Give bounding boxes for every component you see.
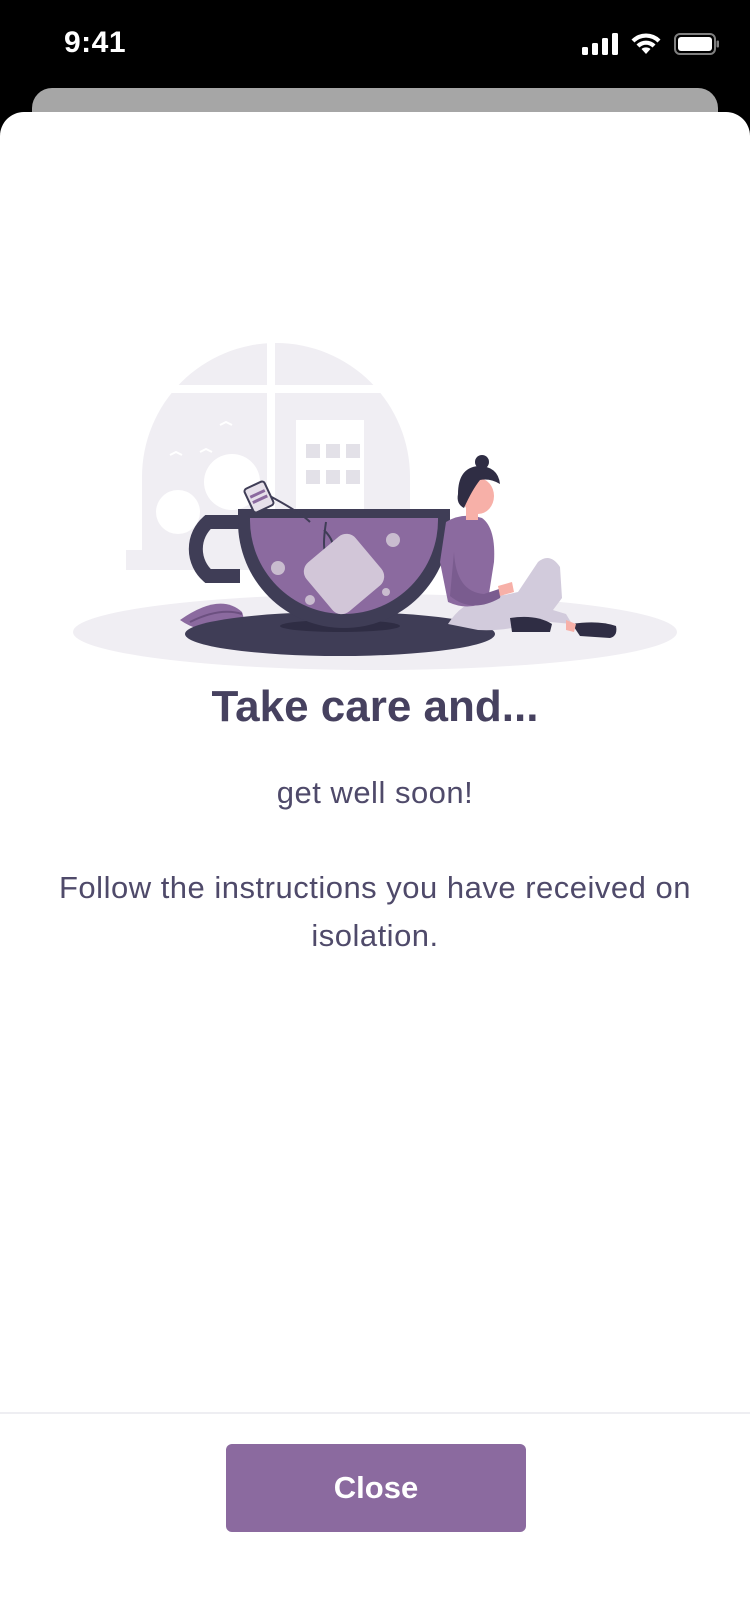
signal-icon: [582, 33, 618, 55]
battery-icon: [674, 33, 719, 55]
close-button[interactable]: Close: [226, 1444, 526, 1532]
wifi-icon: [631, 33, 661, 54]
woman-with-teacup-illustration: [73, 332, 677, 670]
modal-title: Take care and...: [211, 682, 539, 731]
modal-sheet: Take care and... get well soon! Follow t…: [0, 112, 750, 1624]
status-time: 9:41: [64, 26, 127, 59]
modal-subtitle: get well soon!: [276, 775, 474, 810]
status-icons: [582, 32, 720, 56]
isolation-instructions: Follow the instructions you have receive…: [59, 870, 691, 953]
status-bar: 9:41: [0, 0, 750, 90]
footer-divider: [0, 1412, 750, 1414]
